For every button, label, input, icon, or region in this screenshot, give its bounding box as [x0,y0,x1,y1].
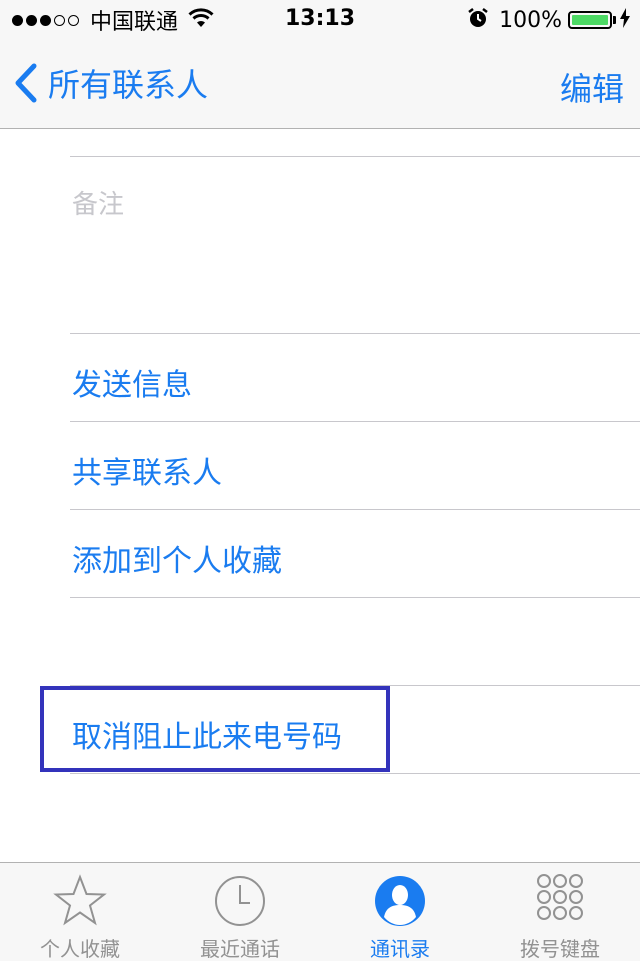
separator [70,509,640,510]
status-bar: 中国联通 13:13 100% [0,0,640,40]
separator [70,156,640,157]
separator [70,597,640,598]
chevron-left-icon [15,63,37,103]
notes-field[interactable]: 备注 [72,184,124,221]
tab-keypad-label: 拨号键盘 [520,937,600,961]
battery-nub [613,16,616,24]
tab-contacts[interactable]: 通讯录 [320,863,480,961]
charging-bolt-icon [620,8,630,32]
highlight-box [40,686,390,772]
separator [70,333,640,334]
add-to-favorites-button[interactable]: 添加到个人收藏 [72,536,282,580]
navigation-bar: 所有联系人 编辑 [0,40,640,129]
battery-icon [568,11,612,29]
alarm-icon [467,7,489,33]
tab-favorites-label: 个人收藏 [40,937,120,961]
separator [70,421,640,422]
separator [70,773,640,774]
clock-icon [215,876,265,926]
tab-recents-label: 最近通话 [200,937,280,961]
keypad-icon [537,874,583,920]
tab-favorites[interactable]: 个人收藏 [0,863,160,961]
share-contact-button[interactable]: 共享联系人 [72,448,222,492]
battery-percentage: 100% [499,7,562,33]
tab-contacts-label: 通讯录 [370,937,430,961]
send-message-button[interactable]: 发送信息 [72,360,192,404]
back-button[interactable]: 所有联系人 [14,60,208,106]
contacts-icon [375,876,425,926]
tab-recents[interactable]: 最近通话 [160,863,320,961]
back-button-label: 所有联系人 [48,66,209,104]
tab-bar: 个人收藏 最近通话 通讯录 拨号键盘 [0,862,640,961]
star-icon [53,874,107,926]
edit-button[interactable]: 编辑 [560,64,624,110]
tab-keypad[interactable]: 拨号键盘 [480,863,640,961]
status-right-group: 100% [467,6,630,34]
